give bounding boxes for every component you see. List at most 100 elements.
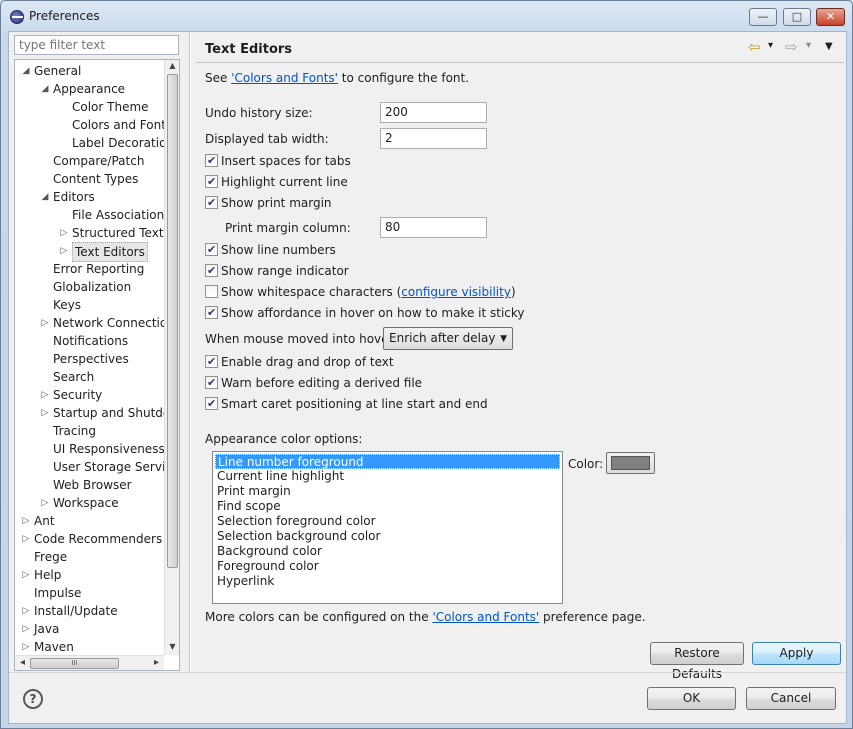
hover-mode-select[interactable]: Enrich after delay ▼ (383, 327, 513, 350)
eclipse-app-icon (10, 10, 24, 24)
color-option[interactable]: Current line highlight (215, 469, 560, 484)
configure-visibility-link[interactable]: configure visibility (401, 285, 511, 299)
maximize-button[interactable]: □ (783, 8, 811, 26)
color-option[interactable]: Hyperlink (215, 574, 560, 589)
minimize-button[interactable]: — (749, 8, 777, 26)
expand-arrow-icon[interactable]: ▷ (59, 242, 69, 260)
color-option[interactable]: Print margin (215, 484, 560, 499)
back-dropdown-icon[interactable]: ▾ (768, 40, 773, 51)
color-option[interactable]: Selection background color (215, 529, 560, 544)
help-icon[interactable]: ? (23, 689, 43, 709)
range-indicator-checkbox[interactable]: Show range indicator (205, 263, 349, 280)
undo-history-input[interactable]: 200 (380, 102, 487, 123)
restore-defaults-button[interactable]: Restore Defaults (650, 642, 744, 681)
tree-item-label: Globalization (53, 280, 132, 294)
checkbox-box[interactable] (205, 195, 218, 210)
filter-input[interactable] (14, 35, 179, 55)
scroll-left-icon[interactable]: ◂ (15, 657, 30, 668)
tree-vertical-scrollbar[interactable]: ▲ ▼ (164, 60, 179, 655)
print-margin-checkbox[interactable]: Show print margin (205, 195, 332, 212)
tree-item-label: Java (34, 622, 60, 636)
cancel-button[interactable]: Cancel (746, 687, 836, 710)
ok-button[interactable]: OK (647, 687, 736, 710)
checkbox-box[interactable] (205, 375, 218, 390)
tree-item-label: Frege (34, 550, 68, 564)
warn-derived-checkbox[interactable]: Warn before editing a derived file (205, 375, 422, 392)
tree-horizontal-thumb[interactable]: III (30, 658, 119, 669)
tab-width-label: Displayed tab width: (205, 132, 329, 146)
expand-arrow-icon[interactable]: ▷ (40, 494, 50, 512)
font-hint-suffix: to configure the font. (337, 71, 470, 85)
color-option[interactable]: Selection foreground color (215, 514, 560, 529)
color-picker-button[interactable] (606, 452, 655, 474)
font-hint-prefix: See (205, 71, 232, 85)
tree-item-label: Appearance (53, 82, 126, 96)
insert-spaces-checkbox[interactable]: Insert spaces for tabs (205, 153, 351, 170)
expand-arrow-icon[interactable]: ▷ (40, 404, 50, 422)
affordance-checkbox[interactable]: Show affordance in hover on how to make … (205, 305, 525, 322)
scroll-down-icon[interactable]: ▼ (165, 642, 179, 651)
colors-and-fonts-link-bottom[interactable]: 'Colors and Fonts' (432, 610, 539, 624)
color-option[interactable]: Line number foreground (215, 454, 560, 469)
drag-drop-checkbox[interactable]: Enable drag and drop of text (205, 354, 394, 371)
checkbox-box[interactable] (205, 263, 218, 278)
scroll-up-icon[interactable]: ▲ (165, 61, 179, 70)
expand-arrow-icon[interactable]: ▷ (21, 602, 31, 620)
view-menu-icon[interactable]: ▼ (825, 41, 833, 52)
tree-item-label: Web Browser (53, 478, 132, 492)
tree-vertical-thumb[interactable] (167, 74, 178, 568)
color-option[interactable]: Find scope (215, 499, 560, 514)
collapse-arrow-icon[interactable]: ◢ (40, 80, 50, 98)
colors-and-fonts-link[interactable]: 'Colors and Fonts' (231, 71, 338, 85)
expand-arrow-icon[interactable]: ▷ (40, 386, 50, 404)
forward-dropdown-icon[interactable]: ▾ (806, 40, 811, 51)
tab-width-input[interactable]: 2 (380, 128, 487, 149)
expand-arrow-icon[interactable]: ▷ (21, 638, 31, 655)
color-option[interactable]: Background color (215, 544, 560, 559)
expand-arrow-icon[interactable]: ▷ (21, 566, 31, 584)
tree-item-label: Label Decorations (72, 136, 164, 150)
tree-item-label: Error Reporting (53, 262, 145, 276)
forward-arrow-icon[interactable]: ⇨ (785, 38, 798, 56)
apply-button[interactable]: Apply (752, 642, 841, 665)
tree-item-label: Compare/Patch (53, 154, 145, 168)
tree-item-label: Perspectives (53, 352, 129, 366)
tree-items: ◢ General ◢ Appearance Color Theme Colors and… (15, 60, 164, 655)
checkbox-box[interactable] (205, 242, 218, 257)
color-option[interactable]: Foreground color (215, 559, 560, 574)
title-bar: Preferences — □ ✕ (1, 1, 852, 31)
expand-arrow-icon[interactable]: ▷ (40, 314, 50, 332)
back-arrow-icon[interactable]: ⇦ (748, 38, 761, 56)
appearance-color-label: Appearance color options: (205, 432, 363, 446)
checkbox-box[interactable] (205, 305, 218, 320)
line-numbers-checkbox[interactable]: Show line numbers (205, 242, 336, 259)
checkbox-box[interactable] (205, 153, 218, 168)
close-button[interactable]: ✕ (816, 8, 845, 26)
checkbox-box[interactable] (205, 354, 218, 369)
collapse-arrow-icon[interactable]: ◢ (21, 62, 31, 80)
expand-arrow-icon[interactable]: ▷ (21, 512, 31, 530)
preference-navigation: ◢General◢AppearanceColor ThemeColors and… (9, 32, 183, 672)
whitespace-checkbox[interactable]: Show whitespace characters (configure vi… (205, 285, 516, 301)
title-separator (196, 62, 844, 63)
tree-item-label: Network Connections (53, 316, 164, 330)
expand-arrow-icon[interactable]: ▷ (21, 530, 31, 548)
smart-caret-checkbox[interactable]: Smart caret positioning at line start an… (205, 396, 488, 413)
appearance-color-list[interactable]: Line number foreground Current line highl… (212, 451, 563, 604)
sash-divider[interactable] (189, 32, 191, 672)
tree-item-label: User Storage Service (53, 460, 164, 474)
print-margin-column-input[interactable]: 80 (380, 217, 487, 238)
more-colors-hint: More colors can be configured on the 'Co… (205, 610, 646, 624)
checkbox-label: Show print margin (221, 196, 332, 210)
checkbox-box[interactable] (205, 396, 218, 411)
tree-horizontal-scrollbar[interactable]: ◂ III ▸ (15, 655, 164, 670)
scroll-right-icon[interactable]: ▸ (149, 657, 164, 668)
expand-arrow-icon[interactable]: ▷ (59, 224, 69, 242)
checkbox-box[interactable] (205, 174, 218, 189)
expand-arrow-icon[interactable]: ▷ (21, 620, 31, 638)
highlight-line-checkbox[interactable]: Highlight current line (205, 174, 348, 191)
collapse-arrow-icon[interactable]: ◢ (40, 188, 50, 206)
chevron-down-icon: ▼ (500, 334, 507, 344)
more-colors-prefix: More colors can be configured on the (205, 610, 433, 624)
checkbox-box[interactable] (205, 285, 218, 298)
